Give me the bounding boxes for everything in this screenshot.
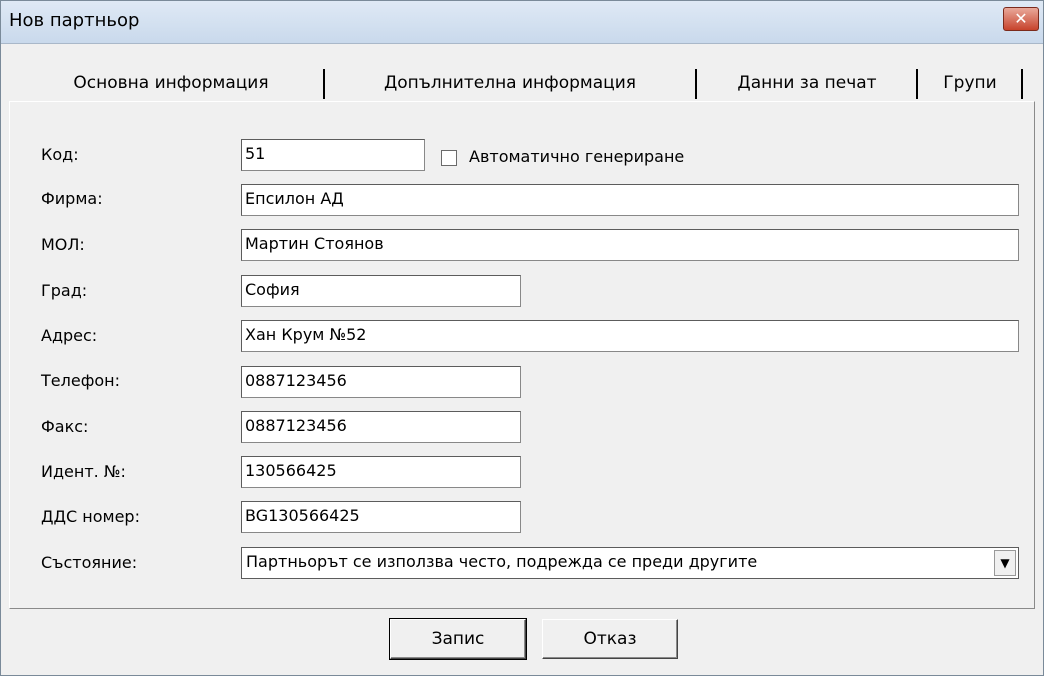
save-button[interactable]: Запис	[389, 618, 527, 660]
city-label: Град:	[41, 281, 88, 300]
status-selected-value: Партньорът се използва често, подрежда с…	[246, 552, 758, 571]
fax-field[interactable]: 0887123456	[241, 411, 521, 443]
vat-field[interactable]: BG130566425	[241, 501, 521, 533]
address-label: Адрес:	[41, 326, 98, 345]
tab-print-data[interactable]: Данни за печат	[699, 61, 915, 105]
cancel-button[interactable]: Отказ	[542, 619, 678, 659]
phone-field[interactable]: 0887123456	[241, 366, 521, 398]
tab-strip: Основна информация Допълнителна информац…	[21, 61, 1036, 105]
vat-label: ДДС номер:	[41, 507, 140, 526]
auto-generate-label[interactable]: Автоматично генериране	[469, 147, 684, 166]
auto-generate-checkbox[interactable]	[441, 150, 457, 166]
ident-field[interactable]: 130566425	[241, 456, 521, 488]
close-button[interactable]: ✕	[1003, 7, 1039, 31]
tab-divider	[323, 69, 325, 99]
code-label: Код:	[41, 145, 79, 164]
tab-divider	[1021, 69, 1023, 99]
window-title: Нов партньор	[9, 10, 140, 31]
close-icon: ✕	[1014, 9, 1028, 28]
ident-label: Идент. №:	[41, 462, 126, 481]
dialog-window: Нов партньор ✕ Основна информация Допълн…	[0, 0, 1044, 676]
company-field[interactable]: Епсилон АД	[241, 184, 1019, 216]
phone-label: Телефон:	[41, 371, 121, 390]
tab-panel	[9, 101, 1035, 609]
tab-basic-info[interactable]: Основна информация	[21, 61, 321, 105]
dropdown-button[interactable]: ▼	[994, 550, 1016, 576]
tab-groups[interactable]: Групи	[920, 61, 1020, 105]
address-field[interactable]: Хан Крум №52	[241, 320, 1019, 352]
chevron-down-icon: ▼	[1000, 556, 1010, 570]
mol-label: МОЛ:	[41, 235, 85, 254]
status-label: Състояние:	[41, 553, 138, 572]
city-field[interactable]: София	[241, 275, 521, 307]
mol-field[interactable]: Мартин Стоянов	[241, 229, 1019, 261]
tab-additional-info[interactable]: Допълнителна информация	[327, 61, 693, 105]
code-field[interactable]: 51	[241, 139, 425, 171]
tab-divider	[695, 69, 697, 99]
title-bar: Нов партньор ✕	[1, 1, 1043, 44]
company-label: Фирма:	[41, 189, 103, 208]
status-select[interactable]: Партньорът се използва често, подрежда с…	[241, 547, 1019, 579]
fax-label: Факс:	[41, 417, 89, 436]
tab-divider	[916, 69, 918, 99]
